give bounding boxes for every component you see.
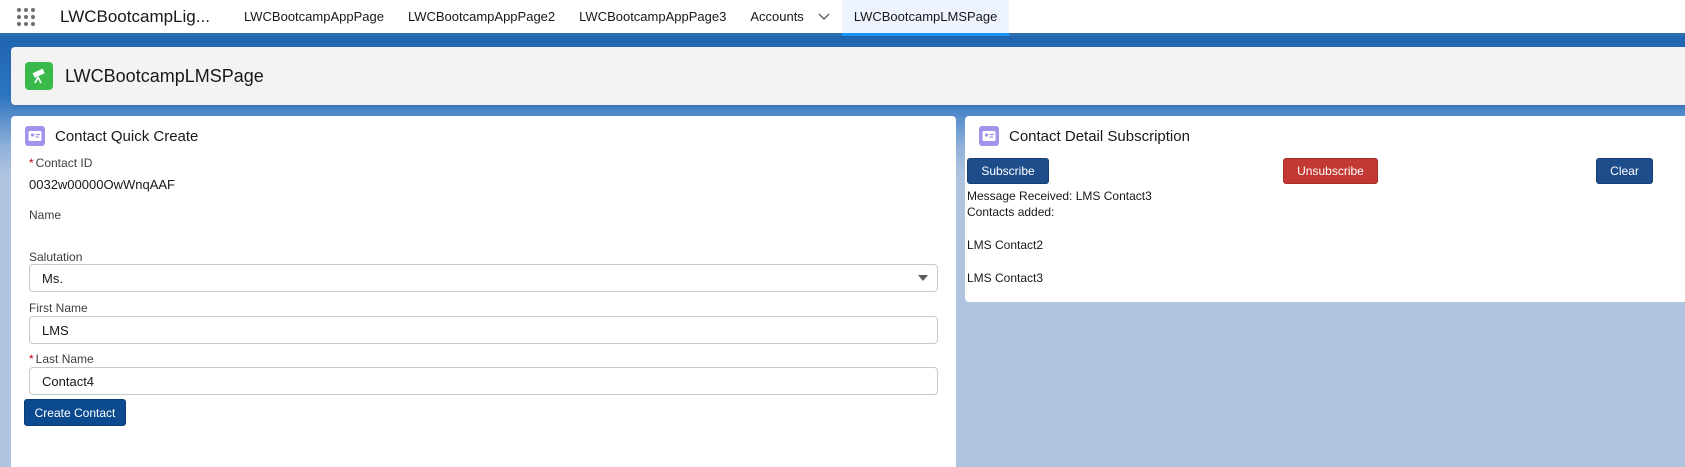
message-received-text: Message Received: LMS Contact3 [967, 189, 1152, 203]
contact-id-value: 0032w00000OwWnqAAF [29, 177, 175, 192]
required-mark: * [29, 352, 34, 366]
page-header: LWCBootcampLMSPage [11, 47, 1685, 105]
card-title: Contact Quick Create [55, 127, 199, 145]
tab-label: LWCBootcampAppPage [244, 9, 384, 24]
required-mark: * [29, 156, 34, 170]
card-header: Contact Quick Create [11, 116, 956, 156]
global-nav: LWCBootcampLig... LWCBootcampAppPage LWC… [0, 0, 1685, 36]
tab-accounts[interactable]: Accounts [738, 0, 841, 33]
subscribe-button[interactable]: Subscribe [967, 158, 1049, 184]
last-name-label: * Last Name [29, 352, 94, 366]
card-header: Contact Detail Subscription [965, 116, 1685, 156]
salutation-label: Salutation [29, 250, 83, 264]
unsubscribe-button[interactable]: Unsubscribe [1283, 158, 1378, 184]
contact-id-label: * Contact ID [29, 156, 92, 170]
contact-quick-create-card: Contact Quick Create * Contact ID 0032w00… [11, 116, 956, 467]
chevron-down-icon[interactable] [818, 10, 830, 24]
tab-label: LWCBootcampAppPage2 [407, 9, 556, 24]
first-name-label: First Name [29, 301, 88, 315]
list-item: LMS Contact2 [967, 238, 1044, 252]
clear-button[interactable]: Clear [1596, 158, 1653, 184]
contacts-added-label: Contacts added: [967, 205, 1055, 219]
contact-card-icon [979, 126, 999, 146]
app-name: LWCBootcampLig... [60, 6, 210, 26]
label-text: Last Name [35, 352, 94, 366]
salutation-select[interactable]: Ms. [29, 264, 938, 292]
list-item: LMS Contact3 [967, 271, 1044, 285]
tab-label: LWCBootcampAppPage3 [579, 9, 727, 24]
tab-lwcbootcampapppage3[interactable]: LWCBootcampAppPage3 [567, 0, 738, 33]
tab-lwcbootcampapppage[interactable]: LWCBootcampAppPage [232, 0, 396, 33]
tab-label: LWCBootcampLMSPage [853, 9, 998, 24]
contact-detail-subscription-card: Contact Detail Subscription Subscribe Un… [965, 116, 1685, 302]
create-contact-button[interactable]: Create Contact [24, 399, 126, 426]
first-name-field[interactable]: LMS [29, 316, 938, 344]
first-name-value: LMS [42, 322, 69, 338]
caret-down-icon [918, 275, 928, 281]
last-name-field[interactable]: Contact4 [29, 367, 938, 395]
page-title: LWCBootcampLMSPage [65, 65, 264, 86]
contact-card-icon [25, 126, 45, 146]
card-title: Contact Detail Subscription [1009, 127, 1190, 145]
last-name-value: Contact4 [42, 373, 95, 389]
name-label: Name [29, 208, 62, 222]
salutation-value: Ms. [42, 270, 63, 286]
label-text: Contact ID [35, 156, 93, 170]
tab-lwcbootcampapppage2[interactable]: LWCBootcampAppPage2 [396, 0, 567, 33]
tab-lwcbootcamplmspage[interactable]: LWCBootcampLMSPage [841, 0, 1010, 36]
telescope-icon [25, 62, 53, 90]
app-launcher-icon[interactable] [0, 0, 52, 33]
tab-label: Accounts [750, 9, 804, 24]
